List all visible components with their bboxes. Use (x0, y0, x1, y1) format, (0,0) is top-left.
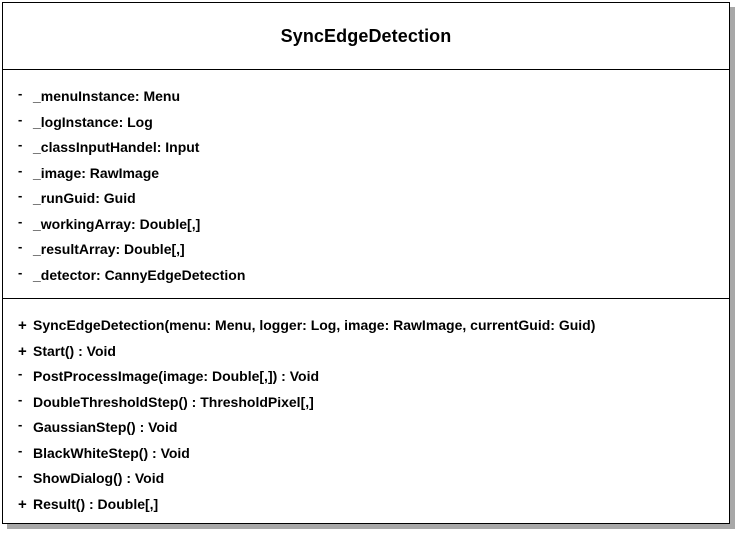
method-visibility-marker: - (18, 366, 23, 381)
attribute-text: _menuInstance: Menu (33, 88, 181, 104)
attribute-text: _image: RawImage (33, 164, 160, 181)
method-visibility-marker: - (18, 417, 23, 432)
method-row: - ShowDialog() : Void (3, 466, 729, 492)
method-row: - BlackWhiteStep() : Void (3, 441, 729, 467)
method-row: + Start() : Void (3, 339, 729, 365)
method-row: - PostProcessImage(image: Double[,]) : Vo… (3, 364, 729, 390)
attribute-row: - _image: RawImage (3, 161, 729, 187)
class-name: SyncEdgeDetection (280, 25, 452, 46)
uml-class-box: SyncEdgeDetection - _menuInstance: Menu - _… (2, 2, 730, 524)
method-text: DoubleThresholdStep() : ThresholdPixel[,… (33, 393, 314, 410)
attribute-visibility-marker: - (18, 111, 23, 127)
method-text: ShowDialog() : Void (33, 470, 165, 486)
method-row: + SyncEdgeDetection(menu: Menu, logger: L… (3, 313, 729, 339)
method-text: PostProcessImage(image: Double[,]) : Voi… (33, 368, 320, 384)
attribute-text: _runGuid: Guid (33, 190, 136, 206)
attribute-row: - _classInputHandel: Input (3, 135, 729, 161)
method-visibility-marker: + (18, 495, 27, 513)
class-name-compartment: SyncEdgeDetection (3, 3, 729, 70)
attribute-visibility-marker: - (18, 162, 23, 178)
attribute-text: _detector: CannyEdgeDetection (33, 266, 246, 283)
attribute-visibility-marker: - (18, 86, 23, 101)
method-text: Result() : Double[,] (33, 495, 159, 512)
attribute-visibility-marker: - (18, 188, 23, 203)
attribute-row: - _menuInstance: Menu (3, 84, 729, 110)
attribute-row: - _detector: CannyEdgeDetection (3, 263, 729, 289)
attribute-text: _classInputHandel: Input (33, 139, 200, 155)
diagram-canvas: SyncEdgeDetection - _menuInstance: Menu - _… (0, 0, 738, 533)
method-text: SyncEdgeDetection(menu: Menu, logger: Lo… (33, 317, 596, 333)
attribute-text: _resultArray: Double[,] (33, 241, 185, 257)
method-text: GaussianStep() : Void (33, 419, 178, 435)
attribute-visibility-marker: - (18, 239, 23, 254)
method-text: BlackWhiteStep() : Void (33, 444, 190, 461)
method-text: Start() : Void (33, 342, 116, 359)
attribute-text: _logInstance: Log (33, 113, 153, 130)
attribute-row: - _workingArray: Double[,] (3, 212, 729, 238)
attribute-row: - _logInstance: Log (3, 110, 729, 136)
attributes-compartment: - _menuInstance: Menu - _logInstance: Log - _… (3, 70, 729, 299)
method-row: - DoubleThresholdStep() : ThresholdPixel[… (3, 390, 729, 416)
method-visibility-marker: + (18, 317, 27, 334)
method-row: + Result() : Double[,] (3, 492, 729, 518)
attribute-row: - _resultArray: Double[,] (3, 237, 729, 263)
attribute-row: - _runGuid: Guid (3, 186, 729, 212)
method-row: - GaussianStep() : Void (3, 415, 729, 441)
method-visibility-marker: - (18, 391, 23, 407)
attribute-text: _workingArray: Double[,] (33, 215, 201, 232)
attribute-visibility-marker: - (18, 264, 23, 280)
method-visibility-marker: - (18, 442, 23, 458)
attribute-visibility-marker: - (18, 213, 23, 229)
attribute-visibility-marker: - (18, 137, 23, 152)
methods-compartment: + SyncEdgeDetection(menu: Menu, logger: L… (3, 299, 729, 517)
method-visibility-marker: - (18, 468, 23, 483)
